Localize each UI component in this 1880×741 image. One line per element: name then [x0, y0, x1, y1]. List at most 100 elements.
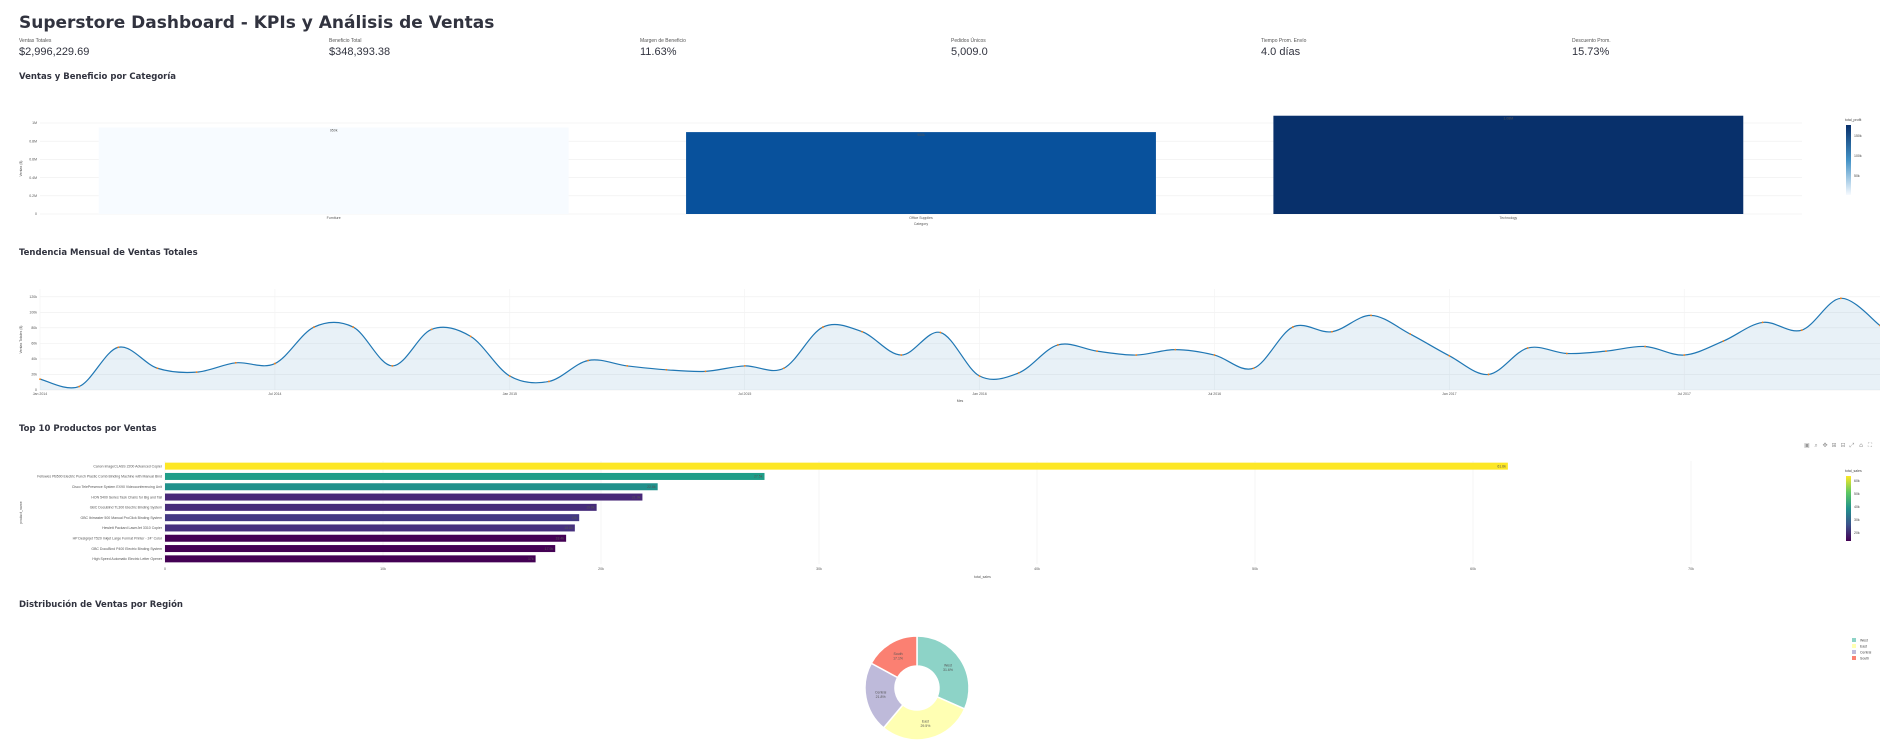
category-bar-chart[interactable]: 0 0.2M 0.4M 0.6M 0.8M 1M 950k Furniture 900k Offi… [0, 110, 1880, 235]
zoom-out-icon[interactable]: ⊟ [1840, 443, 1846, 449]
bar [165, 493, 643, 501]
legend-label: Central [1860, 651, 1872, 655]
kpi-label: Descuento Prom. [1572, 38, 1611, 44]
trend-point [1839, 297, 1842, 300]
y-axis-label: Ventas Totales ($) [19, 326, 23, 354]
bar [165, 555, 536, 563]
colorbar [1846, 125, 1851, 195]
trend-point [352, 326, 355, 328]
region-donut-chart[interactable]: West31.6%East29.5%Central21.8%South17.1%… [0, 630, 1880, 741]
bar-value-label: 1.08M [1503, 117, 1513, 121]
x-tick-label: Jan 2017 [1442, 392, 1456, 396]
kpi-label: Pedidos Únicos [951, 38, 986, 44]
bar-value-label: 19k [572, 516, 578, 520]
y-tick-label: 120k [29, 295, 37, 299]
y-tick-label: HP Designjet T520 Inkjet Large Format Pr… [73, 536, 163, 540]
legend-label: West [1860, 639, 1868, 643]
x-tick-label: Furniture [327, 216, 341, 220]
colorbar-tick-label: 30k [1854, 518, 1860, 522]
colorbar-tick-label: 60k [1854, 479, 1860, 483]
bar-value-label: 17k [528, 557, 534, 561]
zoom-in-icon[interactable]: ⊞ [1831, 443, 1837, 449]
section-title-category: Ventas y Beneficio por Categoría [19, 72, 177, 82]
x-tick-label: 70k [1688, 567, 1694, 571]
trend-point [1526, 347, 1529, 349]
trend-point [1291, 326, 1294, 328]
zoom-icon[interactable]: ⌕ [1813, 443, 1819, 449]
kpi-card: Margen de Beneficio 11.63% [640, 38, 686, 58]
trend-point [273, 362, 276, 365]
colorbar-tick-label: 50k [1854, 174, 1860, 178]
trend-point [39, 378, 41, 381]
chart-toolbar: ▣ ⌕ ✥ ⊞ ⊟ ⤢ ⌂ ⛶ [1804, 443, 1873, 449]
trend-point [782, 367, 785, 370]
trend-point [1409, 333, 1412, 335]
y-axis-label: Ventas ($) [19, 161, 23, 177]
bar [165, 483, 658, 491]
slice-label: 29.5% [920, 724, 930, 728]
reset-axes-icon[interactable]: ⌂ [1858, 443, 1864, 449]
slice-label: 21.8% [876, 695, 886, 699]
y-tick-label: 0.8M [29, 139, 37, 143]
bar [165, 462, 1508, 470]
colorbar-tick-label: 100k [1854, 154, 1862, 158]
camera-icon[interactable]: ▣ [1804, 443, 1810, 449]
legend-swatch [1852, 638, 1856, 642]
x-tick-label: 10k [380, 567, 386, 571]
trend-point [1683, 354, 1686, 356]
trend-point [900, 354, 903, 356]
bar-value-label: 18.4k [556, 536, 565, 540]
bar-value-label: 21.9k [632, 495, 641, 499]
bar-value-label: 19.8k [586, 506, 595, 510]
y-tick-label: Fellowes PB500 Electric Punch Plastic Co… [37, 475, 162, 479]
kpi-card: Ventas Totales $2,996,229.69 [19, 38, 89, 58]
trend-point [1056, 344, 1059, 346]
trend-point [704, 370, 707, 373]
slice-label: 31.6% [943, 668, 953, 672]
fullscreen-icon[interactable]: ⛶ [1867, 443, 1873, 449]
trend-point [743, 365, 746, 367]
bar [165, 524, 575, 532]
bar [686, 132, 1156, 214]
autoscale-icon[interactable]: ⤢ [1849, 443, 1855, 449]
colorbar-title: total_profit [1845, 118, 1861, 122]
x-tick-label: Jul 2016 [1208, 392, 1221, 396]
y-tick-label: 0 [35, 212, 37, 216]
trend-point [1448, 354, 1451, 357]
trend-point [1761, 321, 1764, 324]
trend-point [117, 346, 120, 349]
bar-value-label: 61.6k [1497, 464, 1506, 468]
trend-point [156, 367, 159, 370]
bar-value-label: 22.6k [647, 485, 656, 489]
bar [165, 534, 567, 542]
x-tick-label: 50k [1252, 567, 1258, 571]
legend-swatch [1852, 650, 1856, 654]
kpi-label: Margen de Beneficio [640, 38, 686, 44]
pan-icon[interactable]: ✥ [1822, 443, 1828, 449]
x-axis-label: Category [914, 222, 928, 226]
colorbar-title: total_sales [1845, 469, 1862, 473]
colorbar-tick-label: 150k [1854, 134, 1862, 138]
kpi-card: Descuento Prom. 15.73% [1572, 38, 1611, 58]
trend-point [665, 368, 668, 371]
x-tick-label: 60k [1470, 567, 1476, 571]
bar [165, 545, 556, 553]
kpi-card: Beneficio Total $348,393.38 [329, 38, 390, 58]
slice-label: Central [875, 691, 887, 695]
y-tick-label: 1M [32, 121, 37, 125]
colorbar-tick-label: 40k [1854, 505, 1860, 509]
top10-bar-chart[interactable]: 0 10k 20k 30k 40k 50k 60k 70k 61.6k Canon imageCL… [0, 455, 1880, 585]
bar [165, 514, 580, 522]
section-title-trend: Tendencia Mensual de Ventas Totales [19, 248, 198, 258]
monthly-trend-chart[interactable]: 020k40k60k80k100k120kJan 2014 Jul 2014 Jan… [0, 283, 1880, 408]
trend-point [626, 365, 629, 367]
trend-point [939, 331, 942, 334]
trend-point [1605, 350, 1607, 353]
kpi-label: Beneficio Total [329, 38, 362, 44]
trend-point [1096, 350, 1098, 353]
trend-point [1135, 354, 1138, 356]
slice-label: West [944, 663, 952, 667]
trend-point [1017, 372, 1020, 374]
y-tick-label: 0.4M [29, 176, 37, 180]
y-tick-label: Hewlett Packard LaserJet 3310 Copier [102, 526, 163, 530]
